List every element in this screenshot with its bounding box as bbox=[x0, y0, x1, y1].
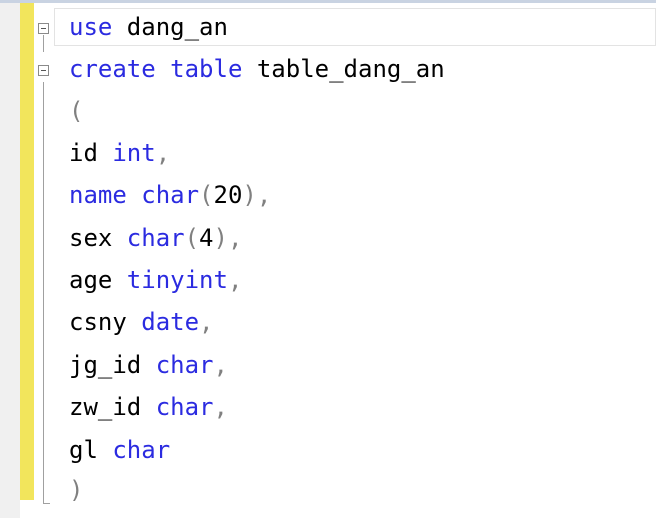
code-line[interactable]: age tinyint, bbox=[69, 261, 242, 299]
code-line[interactable]: use dang_an bbox=[69, 8, 228, 46]
code-line[interactable]: create table table_dang_an bbox=[69, 50, 445, 88]
change-tracking-bar bbox=[20, 3, 34, 500]
collapse-minus-icon[interactable] bbox=[38, 65, 49, 76]
sql-punctuation: , bbox=[213, 351, 228, 379]
code-line[interactable]: ( bbox=[69, 92, 83, 130]
sql-punctuation: ( bbox=[69, 97, 84, 125]
sql-keyword: char bbox=[126, 224, 185, 252]
sql-keyword: name bbox=[69, 181, 127, 209]
editor-left-margin bbox=[0, 3, 20, 518]
sql-punctuation: ) bbox=[69, 476, 84, 504]
sql-punctuation: ( bbox=[184, 224, 200, 252]
code-line[interactable]: sex char(4), bbox=[69, 219, 242, 257]
outline-guide-line bbox=[43, 35, 44, 52]
collapse-minus-icon[interactable] bbox=[38, 23, 49, 34]
sql-keyword: use bbox=[69, 13, 113, 41]
sql-identifier: 4 bbox=[199, 224, 214, 252]
code-line[interactable]: id int, bbox=[69, 134, 170, 172]
code-line[interactable]: name char(20), bbox=[69, 176, 271, 214]
sql-identifier bbox=[156, 55, 170, 83]
code-line[interactable]: zw_id char, bbox=[69, 388, 228, 426]
sql-keyword: char bbox=[141, 181, 200, 209]
code-line[interactable]: ) bbox=[69, 471, 83, 509]
sql-identifier: table_dang_an bbox=[242, 55, 445, 83]
sql-punctuation: , bbox=[227, 266, 243, 294]
sql-punctuation: , bbox=[155, 139, 171, 167]
sql-identifier: sex bbox=[69, 224, 127, 252]
outline-guide-end bbox=[43, 503, 50, 504]
sql-identifier: gl bbox=[69, 436, 113, 464]
code-line[interactable]: csny date, bbox=[69, 303, 214, 341]
sql-keyword: char bbox=[112, 436, 171, 464]
sql-keyword: char bbox=[155, 351, 214, 379]
outline-guide-line bbox=[43, 82, 44, 504]
sql-identifier: jg_id bbox=[69, 351, 156, 379]
sql-keyword: table bbox=[170, 55, 243, 83]
sql-identifier: zw_id bbox=[69, 393, 156, 421]
sql-keyword: date bbox=[141, 308, 200, 336]
sql-keyword: int bbox=[112, 139, 156, 167]
sql-keyword: create bbox=[69, 55, 156, 83]
editor-top-border bbox=[0, 0, 656, 3]
sql-identifier: age bbox=[69, 266, 127, 294]
sql-punctuation: ), bbox=[213, 224, 243, 252]
sql-punctuation: , bbox=[213, 393, 228, 421]
sql-keyword: tinyint bbox=[126, 266, 228, 294]
sql-punctuation: , bbox=[199, 308, 214, 336]
sql-identifier: 20 bbox=[213, 181, 243, 209]
code-line[interactable]: jg_id char, bbox=[69, 346, 228, 384]
code-line[interactable]: gl char bbox=[69, 431, 170, 469]
sql-identifier: csny bbox=[69, 308, 142, 336]
sql-identifier bbox=[127, 181, 141, 209]
sql-punctuation: ), bbox=[242, 181, 272, 209]
sql-keyword: char bbox=[155, 393, 214, 421]
sql-punctuation: ( bbox=[199, 181, 214, 209]
sql-identifier: id bbox=[69, 139, 113, 167]
sql-identifier: dang_an bbox=[112, 13, 228, 41]
